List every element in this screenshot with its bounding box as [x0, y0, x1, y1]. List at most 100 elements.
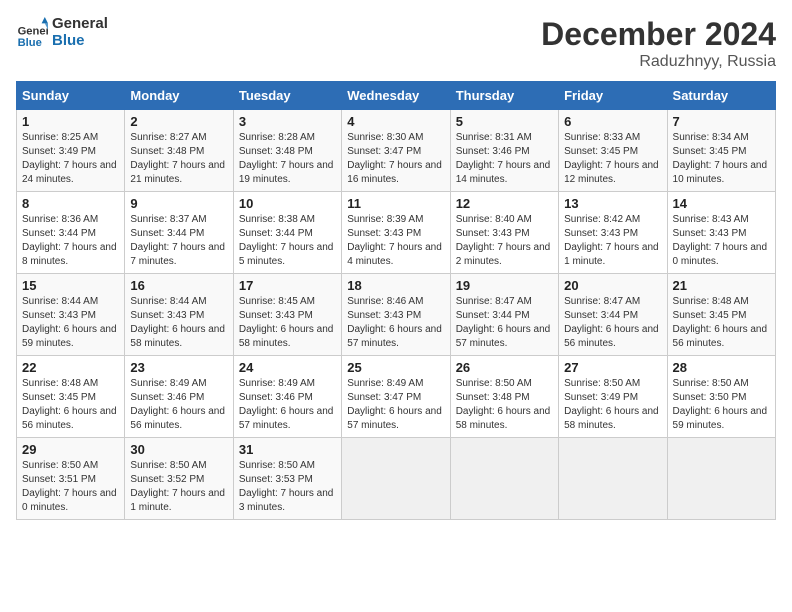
day-info: Sunrise: 8:28 AMSunset: 3:48 PMDaylight:… [239, 132, 334, 185]
column-header-thursday: Thursday [450, 82, 558, 110]
day-info: Sunrise: 8:50 AMSunset: 3:48 PMDaylight:… [456, 378, 551, 431]
calendar-cell: 13 Sunrise: 8:42 AMSunset: 3:43 PMDaylig… [559, 192, 667, 274]
calendar-cell: 17 Sunrise: 8:45 AMSunset: 3:43 PMDaylig… [233, 274, 341, 356]
day-info: Sunrise: 8:43 AMSunset: 3:43 PMDaylight:… [673, 214, 768, 267]
calendar-cell [667, 438, 775, 520]
day-info: Sunrise: 8:30 AMSunset: 3:47 PMDaylight:… [347, 132, 442, 185]
day-info: Sunrise: 8:40 AMSunset: 3:43 PMDaylight:… [456, 214, 551, 267]
day-info: Sunrise: 8:50 AMSunset: 3:51 PMDaylight:… [22, 460, 117, 513]
day-number: 8 [22, 196, 119, 211]
day-info: Sunrise: 8:36 AMSunset: 3:44 PMDaylight:… [22, 214, 117, 267]
day-info: Sunrise: 8:44 AMSunset: 3:43 PMDaylight:… [130, 296, 225, 349]
calendar-cell [342, 438, 450, 520]
calendar-cell: 8 Sunrise: 8:36 AMSunset: 3:44 PMDayligh… [17, 192, 125, 274]
column-header-wednesday: Wednesday [342, 82, 450, 110]
day-info: Sunrise: 8:39 AMSunset: 3:43 PMDaylight:… [347, 214, 442, 267]
day-number: 1 [22, 114, 119, 129]
svg-text:Blue: Blue [18, 36, 42, 48]
day-info: Sunrise: 8:31 AMSunset: 3:46 PMDaylight:… [456, 132, 551, 185]
calendar-cell: 20 Sunrise: 8:47 AMSunset: 3:44 PMDaylig… [559, 274, 667, 356]
day-number: 4 [347, 114, 444, 129]
calendar-cell: 9 Sunrise: 8:37 AMSunset: 3:44 PMDayligh… [125, 192, 233, 274]
calendar-cell: 19 Sunrise: 8:47 AMSunset: 3:44 PMDaylig… [450, 274, 558, 356]
calendar-cell: 1 Sunrise: 8:25 AMSunset: 3:49 PMDayligh… [17, 110, 125, 192]
calendar-cell: 10 Sunrise: 8:38 AMSunset: 3:44 PMDaylig… [233, 192, 341, 274]
page-header: General Blue General Blue December 2024 … [16, 16, 776, 71]
day-number: 29 [22, 442, 119, 457]
day-number: 3 [239, 114, 336, 129]
day-number: 6 [564, 114, 661, 129]
week-row-3: 15 Sunrise: 8:44 AMSunset: 3:43 PMDaylig… [17, 274, 776, 356]
calendar-cell: 31 Sunrise: 8:50 AMSunset: 3:53 PMDaylig… [233, 438, 341, 520]
calendar-cell [450, 438, 558, 520]
day-info: Sunrise: 8:50 AMSunset: 3:53 PMDaylight:… [239, 460, 334, 513]
calendar-cell: 11 Sunrise: 8:39 AMSunset: 3:43 PMDaylig… [342, 192, 450, 274]
day-info: Sunrise: 8:38 AMSunset: 3:44 PMDaylight:… [239, 214, 334, 267]
calendar-cell: 25 Sunrise: 8:49 AMSunset: 3:47 PMDaylig… [342, 356, 450, 438]
day-number: 11 [347, 196, 444, 211]
calendar-cell: 21 Sunrise: 8:48 AMSunset: 3:45 PMDaylig… [667, 274, 775, 356]
calendar-cell: 30 Sunrise: 8:50 AMSunset: 3:52 PMDaylig… [125, 438, 233, 520]
month-title: December 2024 [541, 16, 776, 53]
calendar-cell: 5 Sunrise: 8:31 AMSunset: 3:46 PMDayligh… [450, 110, 558, 192]
day-number: 22 [22, 360, 119, 375]
day-number: 26 [456, 360, 553, 375]
calendar-cell: 7 Sunrise: 8:34 AMSunset: 3:45 PMDayligh… [667, 110, 775, 192]
day-info: Sunrise: 8:44 AMSunset: 3:43 PMDaylight:… [22, 296, 117, 349]
calendar-cell [559, 438, 667, 520]
day-number: 27 [564, 360, 661, 375]
calendar-cell: 2 Sunrise: 8:27 AMSunset: 3:48 PMDayligh… [125, 110, 233, 192]
day-info: Sunrise: 8:50 AMSunset: 3:49 PMDaylight:… [564, 378, 659, 431]
column-header-sunday: Sunday [17, 82, 125, 110]
day-info: Sunrise: 8:49 AMSunset: 3:46 PMDaylight:… [239, 378, 334, 431]
logo: General Blue General Blue [16, 16, 108, 49]
day-info: Sunrise: 8:34 AMSunset: 3:45 PMDaylight:… [673, 132, 768, 185]
day-info: Sunrise: 8:48 AMSunset: 3:45 PMDaylight:… [673, 296, 768, 349]
day-number: 16 [130, 278, 227, 293]
day-info: Sunrise: 8:42 AMSunset: 3:43 PMDaylight:… [564, 214, 659, 267]
day-info: Sunrise: 8:45 AMSunset: 3:43 PMDaylight:… [239, 296, 334, 349]
day-info: Sunrise: 8:49 AMSunset: 3:47 PMDaylight:… [347, 378, 442, 431]
day-info: Sunrise: 8:49 AMSunset: 3:46 PMDaylight:… [130, 378, 225, 431]
calendar-cell: 14 Sunrise: 8:43 AMSunset: 3:43 PMDaylig… [667, 192, 775, 274]
day-number: 25 [347, 360, 444, 375]
day-number: 30 [130, 442, 227, 457]
week-row-4: 22 Sunrise: 8:48 AMSunset: 3:45 PMDaylig… [17, 356, 776, 438]
week-row-1: 1 Sunrise: 8:25 AMSunset: 3:49 PMDayligh… [17, 110, 776, 192]
day-number: 28 [673, 360, 770, 375]
day-info: Sunrise: 8:50 AMSunset: 3:50 PMDaylight:… [673, 378, 768, 431]
calendar-header-row: SundayMondayTuesdayWednesdayThursdayFrid… [17, 82, 776, 110]
day-number: 23 [130, 360, 227, 375]
calendar-cell: 23 Sunrise: 8:49 AMSunset: 3:46 PMDaylig… [125, 356, 233, 438]
day-number: 5 [456, 114, 553, 129]
column-header-friday: Friday [559, 82, 667, 110]
logo-blue: Blue [52, 33, 108, 50]
calendar-cell: 15 Sunrise: 8:44 AMSunset: 3:43 PMDaylig… [17, 274, 125, 356]
calendar-cell: 18 Sunrise: 8:46 AMSunset: 3:43 PMDaylig… [342, 274, 450, 356]
day-number: 7 [673, 114, 770, 129]
day-info: Sunrise: 8:33 AMSunset: 3:45 PMDaylight:… [564, 132, 659, 185]
location-subtitle: Raduzhnyy, Russia [541, 53, 776, 71]
calendar-cell: 22 Sunrise: 8:48 AMSunset: 3:45 PMDaylig… [17, 356, 125, 438]
day-number: 21 [673, 278, 770, 293]
calendar-cell: 27 Sunrise: 8:50 AMSunset: 3:49 PMDaylig… [559, 356, 667, 438]
calendar-cell: 24 Sunrise: 8:49 AMSunset: 3:46 PMDaylig… [233, 356, 341, 438]
day-number: 20 [564, 278, 661, 293]
day-info: Sunrise: 8:25 AMSunset: 3:49 PMDaylight:… [22, 132, 117, 185]
day-number: 31 [239, 442, 336, 457]
day-info: Sunrise: 8:47 AMSunset: 3:44 PMDaylight:… [564, 296, 659, 349]
calendar-cell: 4 Sunrise: 8:30 AMSunset: 3:47 PMDayligh… [342, 110, 450, 192]
day-number: 18 [347, 278, 444, 293]
calendar-cell: 28 Sunrise: 8:50 AMSunset: 3:50 PMDaylig… [667, 356, 775, 438]
logo-general: General [52, 16, 108, 33]
day-info: Sunrise: 8:37 AMSunset: 3:44 PMDaylight:… [130, 214, 225, 267]
week-row-2: 8 Sunrise: 8:36 AMSunset: 3:44 PMDayligh… [17, 192, 776, 274]
logo-icon: General Blue [16, 17, 48, 49]
day-info: Sunrise: 8:46 AMSunset: 3:43 PMDaylight:… [347, 296, 442, 349]
calendar-cell: 29 Sunrise: 8:50 AMSunset: 3:51 PMDaylig… [17, 438, 125, 520]
day-info: Sunrise: 8:48 AMSunset: 3:45 PMDaylight:… [22, 378, 117, 431]
column-header-saturday: Saturday [667, 82, 775, 110]
calendar-table: SundayMondayTuesdayWednesdayThursdayFrid… [16, 81, 776, 520]
column-header-monday: Monday [125, 82, 233, 110]
day-number: 15 [22, 278, 119, 293]
